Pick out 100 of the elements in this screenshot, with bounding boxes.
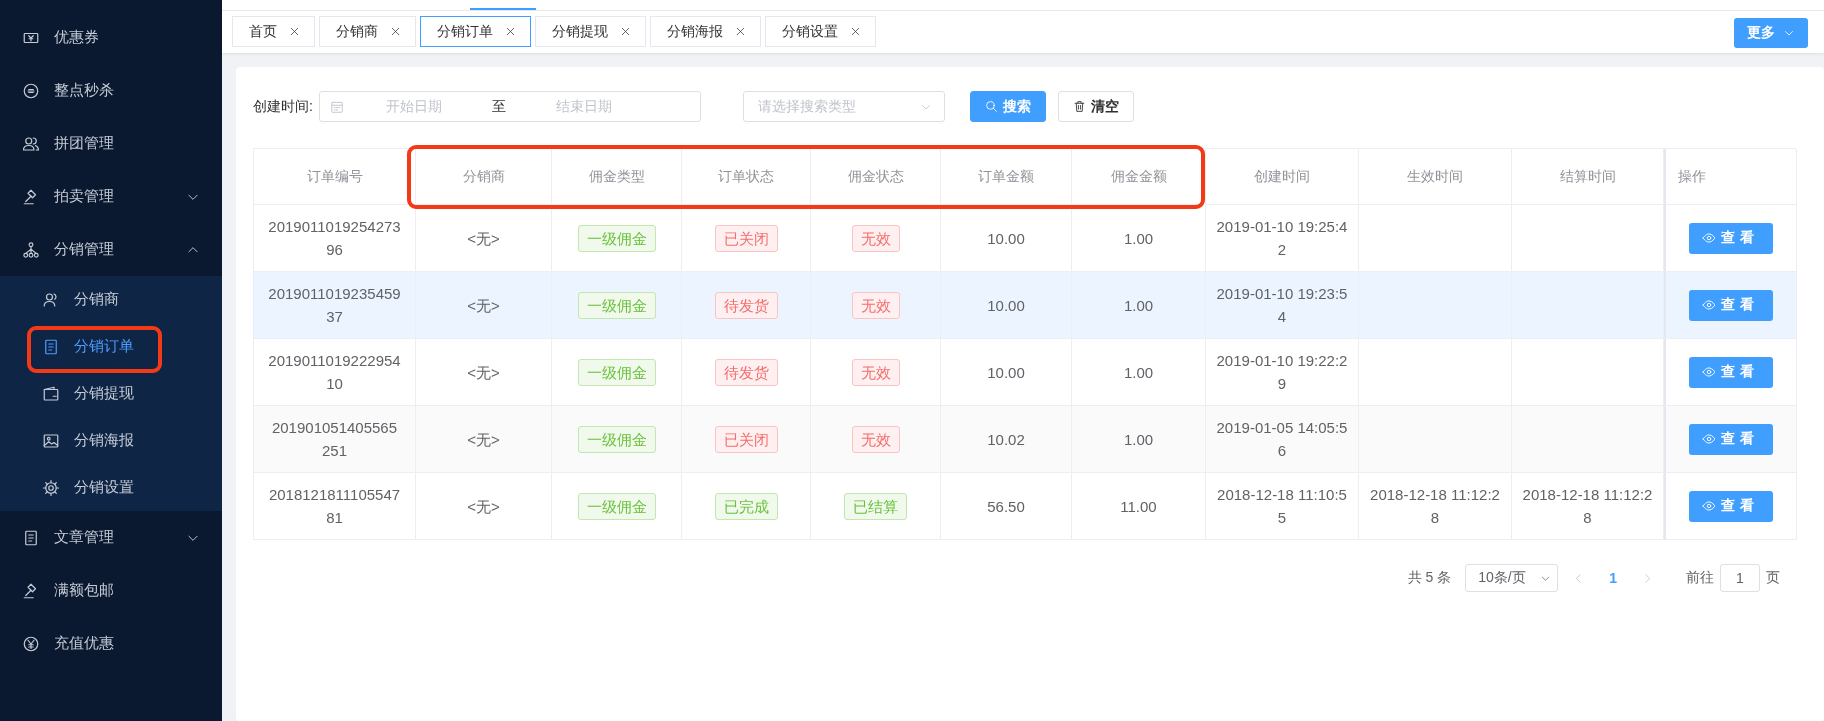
- table-cell: 201901101922295410: [254, 339, 416, 406]
- table-cell: 2019-01-10 19:23:54: [1206, 272, 1359, 339]
- clear-button[interactable]: 清空: [1057, 91, 1134, 122]
- table-cell: 1.00: [1072, 339, 1206, 406]
- table-cell: 2018-12-18 11:10:55: [1206, 473, 1359, 540]
- sidebar-item[interactable]: 拍卖管理: [0, 170, 222, 223]
- calendar-icon: [329, 99, 344, 114]
- page-tab[interactable]: 分销商: [319, 16, 416, 47]
- table-cell: 10.02: [941, 406, 1072, 473]
- document-icon: [42, 337, 60, 356]
- table-cell: 1.00: [1072, 272, 1206, 339]
- eye-icon: [1702, 365, 1716, 379]
- sidebar-item[interactable]: 文章管理: [0, 511, 222, 564]
- badge-icon: [22, 81, 40, 100]
- table-cell: 10.00: [941, 272, 1072, 339]
- table-cell: 56.50: [941, 473, 1072, 540]
- submenu-item[interactable]: 分销设置: [0, 464, 222, 511]
- people-icon: [22, 134, 40, 153]
- table-cell: <无>: [416, 339, 552, 406]
- table-cell: <无>: [416, 473, 552, 540]
- nav-indicator: [470, 8, 536, 10]
- eye-icon: [1702, 231, 1716, 245]
- table-cell: 10.00: [941, 339, 1072, 406]
- status-tag: 已关闭: [714, 224, 778, 252]
- sidebar-item[interactable]: 整点秒杀: [0, 64, 222, 117]
- submenu-item[interactable]: 分销海报: [0, 417, 222, 464]
- table-cell: <无>: [416, 406, 552, 473]
- end-date-placeholder: 结束日期: [554, 97, 613, 116]
- status-tag: 无效: [851, 224, 900, 252]
- user-icon: [42, 290, 60, 309]
- page-tab[interactable]: 首页: [232, 16, 315, 47]
- submenu-item[interactable]: 分销订单: [0, 323, 222, 370]
- column-header: 订单状态: [682, 149, 811, 205]
- table-cell: 2018-12-18 11:12:28: [1359, 473, 1512, 540]
- status-tag: 已关闭: [714, 425, 778, 453]
- document-icon: [22, 528, 40, 547]
- coin-icon: [22, 634, 40, 653]
- table-cell: 2019-01-10 19:22:29: [1206, 339, 1359, 406]
- sidebar-item[interactable]: 满额包邮: [0, 564, 222, 617]
- status-tag: 一级佣金: [577, 291, 656, 319]
- status-tag: 无效: [851, 358, 900, 386]
- table-cell: 1.00: [1072, 205, 1206, 272]
- table-cell: 201901051405565251: [254, 406, 416, 473]
- close-icon: [390, 26, 401, 37]
- table-cell: <无>: [416, 272, 552, 339]
- table-cell: 1.00: [1072, 406, 1206, 473]
- column-header: 佣金金额: [1072, 149, 1206, 205]
- close-icon: [735, 26, 746, 37]
- trash-icon: [1072, 100, 1086, 113]
- status-tag: 无效: [851, 425, 900, 453]
- table-cell: 2019-01-05 14:05:56: [1206, 406, 1359, 473]
- hierarchy-icon: [22, 240, 40, 259]
- page-tab[interactable]: 分销设置: [765, 16, 876, 47]
- eye-icon: [1702, 499, 1716, 513]
- search-icon: [984, 100, 998, 113]
- close-icon: [289, 26, 300, 37]
- range-separator: 至: [490, 97, 507, 116]
- page-tab[interactable]: 分销提现: [535, 16, 646, 47]
- status-tag: 一级佣金: [577, 358, 656, 386]
- page-jump-field[interactable]: 1: [1720, 564, 1760, 592]
- table-cell: 201812181110554781: [254, 473, 416, 540]
- column-header: 佣金状态: [811, 149, 941, 205]
- sidebar-item[interactable]: 充值优惠: [0, 617, 222, 670]
- eye-icon: [1702, 298, 1716, 312]
- close-icon: [850, 26, 861, 37]
- sidebar-item[interactable]: 分销管理: [0, 223, 222, 276]
- field-label: 创建时间:: [253, 97, 313, 116]
- page-size-select[interactable]: 10条/页: [1465, 564, 1559, 592]
- status-tag: 一级佣金: [577, 224, 656, 252]
- submenu-item[interactable]: 分销提现: [0, 370, 222, 417]
- page-tab[interactable]: 分销海报: [650, 16, 761, 47]
- table-cell: 201901101923545937: [254, 272, 416, 339]
- start-date-placeholder: 开始日期: [384, 97, 443, 116]
- total-count: 共 5 条: [1407, 569, 1452, 587]
- image-icon: [42, 431, 60, 450]
- status-tag: 无效: [851, 291, 900, 319]
- sidebar-item[interactable]: 拼团管理: [0, 117, 222, 170]
- column-header: 佣金类型: [552, 149, 682, 205]
- wallet-icon: [42, 384, 60, 403]
- sidebar-item[interactable]: 优惠券: [0, 11, 222, 64]
- status-tag: 已完成: [714, 492, 778, 520]
- column-header: 订单金额: [941, 149, 1072, 205]
- eye-icon: [1702, 432, 1716, 446]
- submenu-item[interactable]: 分销商: [0, 276, 222, 323]
- page-tab[interactable]: 分销订单: [420, 16, 531, 47]
- status-tag: 一级佣金: [577, 425, 656, 453]
- status-tag: 已结算: [844, 492, 907, 520]
- close-icon: [505, 26, 516, 37]
- gear-icon: [42, 478, 60, 497]
- column-header: 分销商: [416, 149, 552, 205]
- goto-label: 前往: [1686, 569, 1714, 587]
- close-icon: [620, 26, 631, 37]
- date-range-field[interactable]: 开始日期 至 结束日期: [318, 91, 701, 122]
- status-tag: 一级佣金: [577, 492, 656, 520]
- status-tag: 待发货: [714, 291, 778, 319]
- table-cell: 11.00: [1072, 473, 1206, 540]
- table-cell: 2018-12-18 11:12:28: [1512, 473, 1664, 540]
- goto-suffix: 页: [1766, 569, 1780, 587]
- table-cell: 2019-01-10 19:25:42: [1206, 205, 1359, 272]
- status-tag: 待发货: [714, 358, 778, 386]
